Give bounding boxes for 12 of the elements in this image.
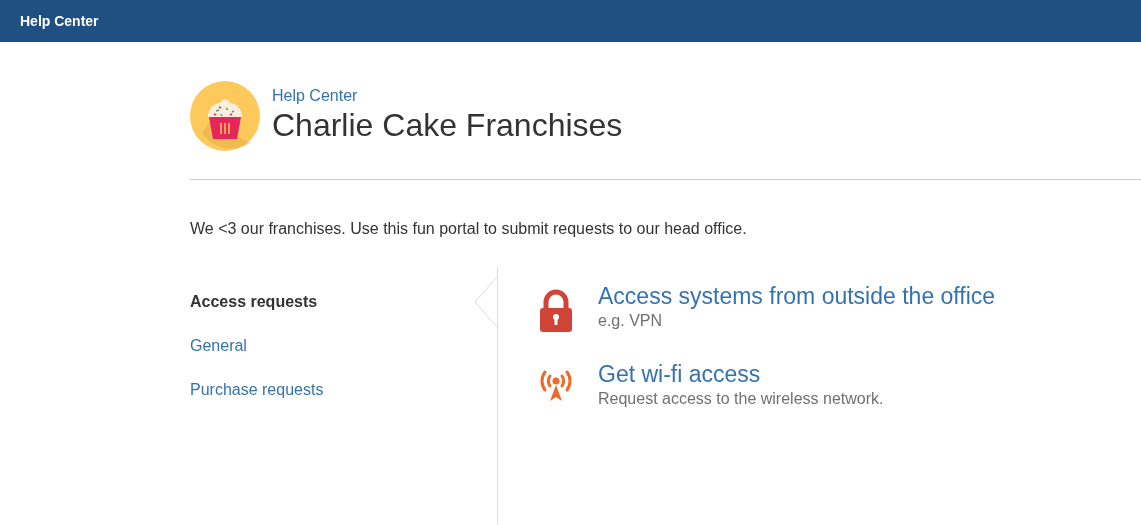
category-link[interactable]: Purchase requests [190,381,324,398]
category-link[interactable]: General [190,337,247,354]
cupcake-logo [190,81,260,151]
request-type-description: e.g. VPN [598,312,664,330]
portal-title: Charlie Cake Franchises [272,106,623,145]
breadcrumb-link[interactable]: Help Center [272,87,623,105]
top-bar-title: Help Center [20,13,99,29]
request-type-link[interactable]: Get wi-fi access [598,361,884,388]
request-type-description: Request access to the wireless network. [598,390,884,408]
portal-description: We <3 our franchises. Use this fun portal to submit requests to our head office. [190,220,748,238]
category-link[interactable]: Access requests [190,293,318,310]
request-type-link[interactable]: Access systems from outside the office [598,283,996,310]
